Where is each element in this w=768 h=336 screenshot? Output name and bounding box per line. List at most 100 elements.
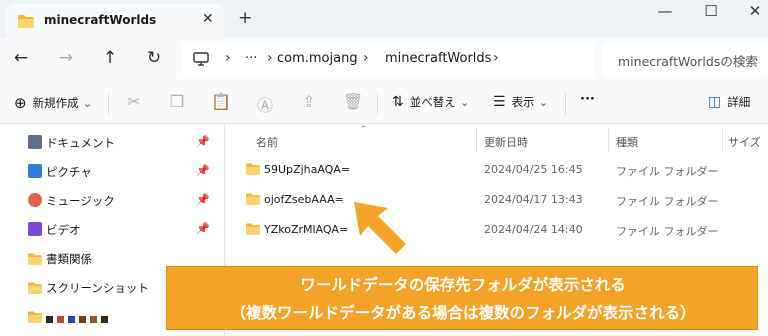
column-header-name[interactable]: 名前 [256, 134, 278, 150]
view-icon: ☰ [493, 94, 506, 110]
divider [565, 93, 566, 115]
navigation-bar: ← → ↑ ↻ › ··· › com.mojang › minecraftWo… [0, 38, 768, 83]
breadcrumb-separator[interactable]: › [493, 50, 499, 66]
file-type: ファイル フォルダー [616, 195, 719, 208]
folder-icon [246, 223, 260, 235]
sort-button[interactable]: ⇅ 並べ替え ⌄ [392, 94, 469, 110]
details-pane-icon: ◫ [708, 94, 722, 110]
maximize-icon[interactable]: ☐ [696, 2, 726, 20]
breadcrumb-separator: › [363, 50, 369, 66]
folder-icon [18, 15, 34, 28]
breadcrumb-item-com-mojang[interactable]: com.mojang [277, 51, 358, 66]
new-label: 新規作成 [32, 96, 79, 110]
plus-circle-icon: ⊕ [14, 94, 27, 112]
sidebar-item-label: ビデオ [46, 223, 81, 237]
file-type: ファイル フォルダー [616, 165, 719, 178]
annotation-callout: ワールドデータの保存先フォルダが表示される （複数ワールドデータがある場合は複数… [166, 266, 758, 330]
pictures-icon [28, 164, 42, 178]
file-name: YZkoZrMlAQA= [264, 223, 349, 236]
file-name: 59UpZjhaAQA= [264, 163, 351, 176]
computer-icon [193, 52, 209, 66]
minimize-icon[interactable]: — [650, 2, 680, 20]
sidebar-item-videos[interactable]: ビデオ 📌 [0, 215, 225, 244]
command-bar: ⊕ 新規作成 ⌄ ✂ ❐ 📋 Ⓐ ⇪ 🗑 ⇅ 並べ替え ⌄ ☰ 表示 ⌄ ···… [0, 83, 768, 124]
cut-icon[interactable]: ✂ [124, 92, 144, 111]
search-placeholder: minecraftWorldsの検索 [618, 54, 758, 69]
column-header-type[interactable]: 種類 [616, 134, 638, 150]
breadcrumb-separator: › [267, 50, 273, 66]
sidebar-item-label: 書類関係 [46, 252, 92, 266]
view-label: 表示 [511, 95, 535, 109]
file-modified: 2024/04/17 13:43 [484, 193, 583, 206]
table-row[interactable]: ojofZsebAAA= 2024/04/17 13:43 ファイル フォルダー [226, 186, 768, 214]
share-icon[interactable]: ⇪ [299, 92, 319, 111]
breadcrumb-item-minecraftworlds[interactable]: minecraftWorlds [385, 51, 491, 66]
breadcrumb-separator: › [225, 50, 231, 66]
search-input[interactable]: minecraftWorldsの検索 [602, 43, 768, 76]
copy-icon[interactable]: ❐ [167, 92, 187, 111]
sort-ascending-icon: ⌃ [360, 125, 368, 135]
address-bar[interactable]: › ··· › com.mojang › minecraftWorlds › [181, 43, 595, 76]
divider [108, 93, 109, 115]
callout-line-2: （複数ワールドデータがある場合は複数のフォルダが表示される） [230, 304, 696, 322]
file-type: ファイル フォルダー [616, 225, 719, 238]
folder-icon [246, 193, 260, 205]
music-icon [28, 193, 42, 207]
pin-icon[interactable]: 📌 [196, 222, 210, 235]
sidebar-item-label: ドキュメント [46, 136, 115, 150]
divider [377, 93, 378, 115]
folder-icon [246, 163, 260, 175]
video-icon [28, 222, 42, 236]
forward-icon[interactable]: → [55, 48, 77, 68]
column-header-size[interactable]: サイズ [728, 134, 761, 150]
back-icon[interactable]: ← [10, 48, 32, 68]
sidebar-item-music[interactable]: ミュージック 📌 [0, 186, 225, 215]
new-button[interactable]: ⊕ 新規作成 ⌄ [14, 94, 92, 112]
column-divider[interactable] [476, 128, 477, 152]
sidebar-item-pictures[interactable]: ピクチャ 📌 [0, 157, 225, 186]
sidebar-item-label: ピクチャ [46, 165, 92, 179]
table-row[interactable]: 59UpZjhaAQA= 2024/04/25 16:45 ファイル フォルダー [226, 156, 768, 184]
annotation-arrow [354, 202, 406, 254]
sort-icon: ⇅ [392, 94, 404, 110]
file-modified: 2024/04/25 16:45 [484, 163, 583, 176]
callout-line-1: ワールドデータの保存先フォルダが表示される [300, 276, 626, 294]
redacted-label [46, 312, 112, 326]
tab-close-icon[interactable]: ✕ [202, 11, 214, 27]
pin-icon[interactable]: 📌 [196, 135, 210, 148]
sidebar-item-documents[interactable]: ドキュメント 📌 [0, 128, 225, 157]
view-button[interactable]: ☰ 表示 ⌄ [493, 94, 548, 110]
breadcrumb-more[interactable]: ··· [245, 51, 257, 66]
column-divider[interactable] [722, 128, 723, 152]
folder-icon [28, 253, 42, 265]
folder-icon [28, 311, 42, 323]
table-row[interactable]: YZkoZrMlAQA= 2024/04/24 14:40 ファイル フォルダー [226, 216, 768, 244]
details-label: 詳細 [727, 95, 751, 109]
tab-title: minecraftWorlds [44, 13, 157, 27]
file-name: ojofZsebAAA= [264, 193, 344, 206]
file-modified: 2024/04/24 14:40 [484, 223, 583, 236]
column-header-modified[interactable]: 更新日時 [484, 134, 528, 150]
rename-icon[interactable]: Ⓐ [255, 92, 275, 116]
chevron-down-icon: ⌄ [82, 96, 93, 110]
delete-icon[interactable]: 🗑 [343, 92, 363, 111]
chevron-down-icon: ⌄ [538, 95, 549, 109]
paste-icon[interactable]: 📋 [211, 92, 231, 111]
pin-icon[interactable]: 📌 [196, 164, 210, 177]
title-bar: minecraftWorlds ✕ + — ☐ ✕ [0, 0, 768, 38]
tab-minecraftworlds[interactable]: minecraftWorlds ✕ [6, 4, 224, 38]
document-icon [28, 135, 42, 149]
sidebar-item-label: ミュージック [46, 194, 115, 208]
folder-icon [28, 282, 42, 294]
chevron-down-icon: ⌄ [459, 95, 470, 109]
refresh-icon[interactable]: ↻ [143, 48, 165, 68]
close-icon[interactable]: ✕ [740, 2, 768, 20]
pin-icon[interactable]: 📌 [196, 193, 210, 206]
column-divider[interactable] [608, 128, 609, 152]
new-tab-icon[interactable]: + [238, 8, 252, 28]
sort-label: 並べ替え [409, 95, 456, 109]
up-icon[interactable]: ↑ [99, 48, 121, 68]
more-options-icon[interactable]: ··· [580, 92, 595, 107]
details-button[interactable]: ◫ 詳細 [708, 94, 750, 110]
sidebar-item-label: スクリーンショット [46, 281, 149, 295]
